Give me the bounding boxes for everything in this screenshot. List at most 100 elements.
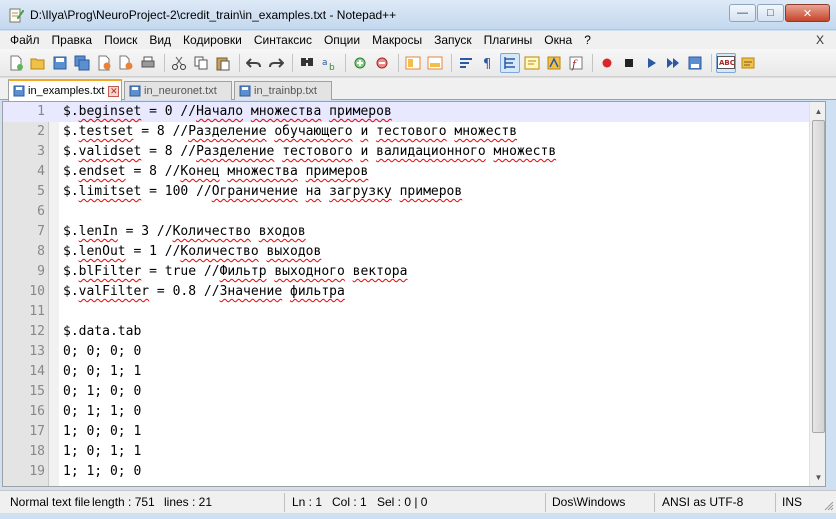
undo-icon[interactable] <box>244 53 264 73</box>
menu-run[interactable]: Запуск <box>428 33 478 47</box>
spellcheck-options-icon[interactable] <box>738 53 758 73</box>
line-number: 11 <box>29 304 45 319</box>
editor-line[interactable]: 14 0; 0; 1; 1 <box>3 362 809 382</box>
editor-line[interactable]: 17 1; 0; 0; 1 <box>3 422 809 442</box>
save-macro-icon[interactable] <box>685 53 705 73</box>
run-macro-multiple-icon[interactable] <box>663 53 683 73</box>
word-wrap-icon[interactable] <box>456 53 476 73</box>
indent-guide-icon[interactable] <box>500 52 520 73</box>
editor-line[interactable]: 11 <box>3 302 809 322</box>
paste-icon[interactable] <box>213 53 233 73</box>
line-number: 2 <box>37 124 45 139</box>
line-text: 1; 1; 0; 0 <box>63 464 142 479</box>
menu-plugins[interactable]: Плагины <box>478 33 539 47</box>
find-icon[interactable] <box>297 53 317 73</box>
minimize-button[interactable]: — <box>729 4 756 22</box>
editor-line[interactable]: 7 $.lenIn = 3 //Количество входов <box>3 222 809 242</box>
zoom-out-icon[interactable] <box>372 53 392 73</box>
play-macro-icon[interactable] <box>641 53 661 73</box>
line-text: $.limitset = 100 //Ограничение на загруз… <box>63 184 463 199</box>
editor-line[interactable]: 6 <box>3 202 809 222</box>
scrollbar-thumb[interactable] <box>812 120 825 433</box>
scroll-down-icon[interactable]: ▼ <box>811 469 825 485</box>
editor-line[interactable]: 16 0; 1; 1; 0 <box>3 402 809 422</box>
spellcheck-icon[interactable]: ABC <box>716 52 736 73</box>
line-text: $.data.tab <box>63 324 142 339</box>
menu-encoding[interactable]: Кодировки <box>177 33 248 47</box>
tab-close-icon[interactable]: ✕ <box>108 85 120 97</box>
copy-icon[interactable] <box>191 53 211 73</box>
vertical-scrollbar[interactable]: ▲ ▼ <box>809 102 825 486</box>
menu-edit[interactable]: Правка <box>46 33 99 47</box>
editor-line[interactable]: 18 1; 0; 1; 1 <box>3 442 809 462</box>
status-eol-format: Dos\Windows <box>552 495 626 509</box>
udl-icon[interactable] <box>522 53 542 73</box>
tab-label: in_examples.txt <box>28 85 105 97</box>
menu-macro[interactable]: Макросы <box>366 33 428 47</box>
sync-v-icon[interactable] <box>403 53 423 73</box>
maximize-button[interactable]: □ <box>757 4 784 22</box>
line-text: $.blFilter = true //Фильтр выходного век… <box>63 264 408 279</box>
editor-line[interactable]: 13 0; 0; 0; 0 <box>3 342 809 362</box>
doc-map-icon[interactable] <box>544 53 564 73</box>
line-number: 15 <box>29 384 45 399</box>
line-number: 19 <box>29 464 45 479</box>
tab-in-examples[interactable]: in_examples.txt ✕ <box>8 79 122 101</box>
text-editor[interactable]: 1 $.beginset = 0 //Начало множества приме… <box>2 101 826 487</box>
redo-icon[interactable] <box>266 53 286 73</box>
menu-view[interactable]: Вид <box>143 33 177 47</box>
print-icon[interactable] <box>138 53 158 73</box>
close-icon[interactable] <box>94 53 114 73</box>
save-icon[interactable] <box>50 53 70 73</box>
function-list-icon[interactable]: f <box>566 53 586 73</box>
svg-text:ABC: ABC <box>719 59 735 67</box>
line-text: $.testset = 8 //Разделение обучающего и … <box>63 124 518 139</box>
cut-icon[interactable] <box>169 53 189 73</box>
line-number: 5 <box>37 184 45 199</box>
close-all-icon[interactable] <box>116 53 136 73</box>
show-all-chars-icon[interactable]: ¶ <box>478 53 498 73</box>
line-text: 0; 1; 0; 0 <box>63 384 142 399</box>
line-number: 9 <box>37 264 45 279</box>
editor-line[interactable]: 19 1; 1; 0; 0 <box>3 462 809 482</box>
tab-label: in_trainbp.txt <box>254 85 317 97</box>
editor-line[interactable]: 5 $.limitset = 100 //Ограничение на загру… <box>3 182 809 202</box>
editor-line[interactable]: 3 $.validset = 8 //Разделение тестового и… <box>3 142 809 162</box>
editor-line[interactable]: 2 $.testset = 8 //Разделение обучающего и… <box>3 122 809 142</box>
menu-language[interactable]: Синтаксис <box>248 33 318 47</box>
line-number: 17 <box>29 424 45 439</box>
menu-search[interactable]: Поиск <box>98 33 143 47</box>
editor-line[interactable]: 9 $.blFilter = true //Фильтр выходного ве… <box>3 262 809 282</box>
resize-grip-icon[interactable] <box>824 501 834 511</box>
stop-macro-icon[interactable] <box>619 53 639 73</box>
replace-icon[interactable]: ab <box>319 53 339 73</box>
tab-in-trainbp[interactable]: in_trainbp.txt <box>234 81 332 100</box>
saved-file-icon <box>13 85 25 97</box>
line-number: 8 <box>37 244 45 259</box>
editor-line[interactable]: 10 $.valFilter = 0.8 //Значение фильтра <box>3 282 809 302</box>
open-file-icon[interactable] <box>28 53 48 73</box>
zoom-in-icon[interactable] <box>350 53 370 73</box>
close-window-button[interactable]: ✕ <box>785 4 830 22</box>
sync-h-icon[interactable] <box>425 53 445 73</box>
editor-line[interactable]: 12 $.data.tab <box>3 322 809 342</box>
line-number: 1 <box>37 104 45 119</box>
editor-line[interactable]: 4 $.endset = 8 //Конец множества примеров <box>3 162 809 182</box>
status-column: Col : 1 <box>332 495 367 509</box>
new-file-icon[interactable] <box>6 53 26 73</box>
menu-settings[interactable]: Опции <box>318 33 366 47</box>
save-all-icon[interactable] <box>72 53 92 73</box>
menu-help[interactable]: ? <box>578 33 597 47</box>
line-number: 10 <box>29 284 45 299</box>
status-insert-mode: INS <box>782 495 803 509</box>
menu-window[interactable]: Окна <box>538 33 578 47</box>
tab-in-neuronet[interactable]: in_neuronet.txt <box>124 81 232 100</box>
scroll-up-icon[interactable]: ▲ <box>811 103 825 119</box>
menu-file[interactable]: Файл <box>4 33 46 47</box>
close-document-button[interactable]: X <box>816 33 824 47</box>
tab-bar: in_examples.txt ✕ in_neuronet.txt in_tra… <box>0 78 836 101</box>
editor-line[interactable]: 15 0; 1; 0; 0 <box>3 382 809 402</box>
record-macro-icon[interactable] <box>597 53 617 73</box>
editor-line[interactable]: 8 $.lenOut = 1 //Количество выходов <box>3 242 809 262</box>
editor-line[interactable]: 1 $.beginset = 0 //Начало множества приме… <box>3 102 809 122</box>
